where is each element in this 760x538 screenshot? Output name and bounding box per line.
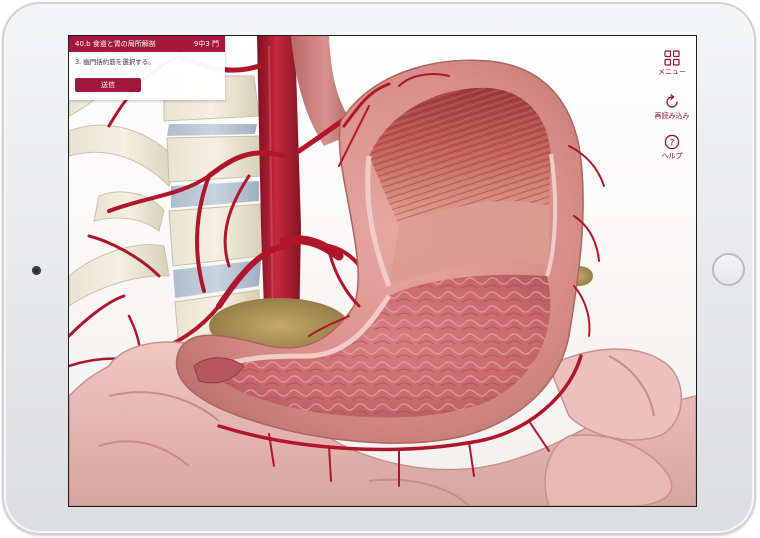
quiz-question: 3. 幽門括約筋を選択する。 bbox=[75, 58, 155, 66]
menu-label: メニュー bbox=[658, 68, 686, 76]
help-label: ヘルプ bbox=[661, 152, 683, 160]
abdominal-aorta[interactable] bbox=[257, 36, 301, 336]
svg-text:?: ? bbox=[670, 138, 675, 148]
quiz-panel: 40.b 食道と胃の局所解剖 9中3 門 3. 幽門括約筋を選択する。 送信 bbox=[69, 36, 225, 100]
help-button[interactable]: ? ヘルプ bbox=[652, 134, 692, 161]
submit-button[interactable]: 送信 bbox=[75, 78, 141, 92]
quiz-progress: 9中3 門 bbox=[193, 40, 219, 48]
reload-label: 再読み込み bbox=[654, 112, 690, 120]
quiz-title: 40.b 食道と胃の局所解剖 bbox=[75, 40, 156, 48]
refresh-icon bbox=[666, 94, 678, 108]
question-circle-icon: ? bbox=[664, 134, 680, 150]
quiz-header: 40.b 食道と胃の局所解剖 9中3 門 bbox=[69, 36, 225, 52]
menu-button[interactable]: メニュー bbox=[652, 50, 692, 77]
reload-button[interactable]: 再読み込み bbox=[652, 94, 692, 121]
grid-icon bbox=[664, 50, 680, 66]
home-button[interactable] bbox=[712, 253, 745, 286]
anatomy-3d-viewport[interactable] bbox=[69, 36, 696, 506]
app-screen: 40.b 食道と胃の局所解剖 9中3 門 3. 幽門括約筋を選択する。 送信 メ… bbox=[69, 36, 696, 506]
tablet-frame: 40.b 食道と胃の局所解剖 9中3 門 3. 幽門括約筋を選択する。 送信 メ… bbox=[2, 2, 756, 535]
front-camera bbox=[32, 266, 41, 275]
